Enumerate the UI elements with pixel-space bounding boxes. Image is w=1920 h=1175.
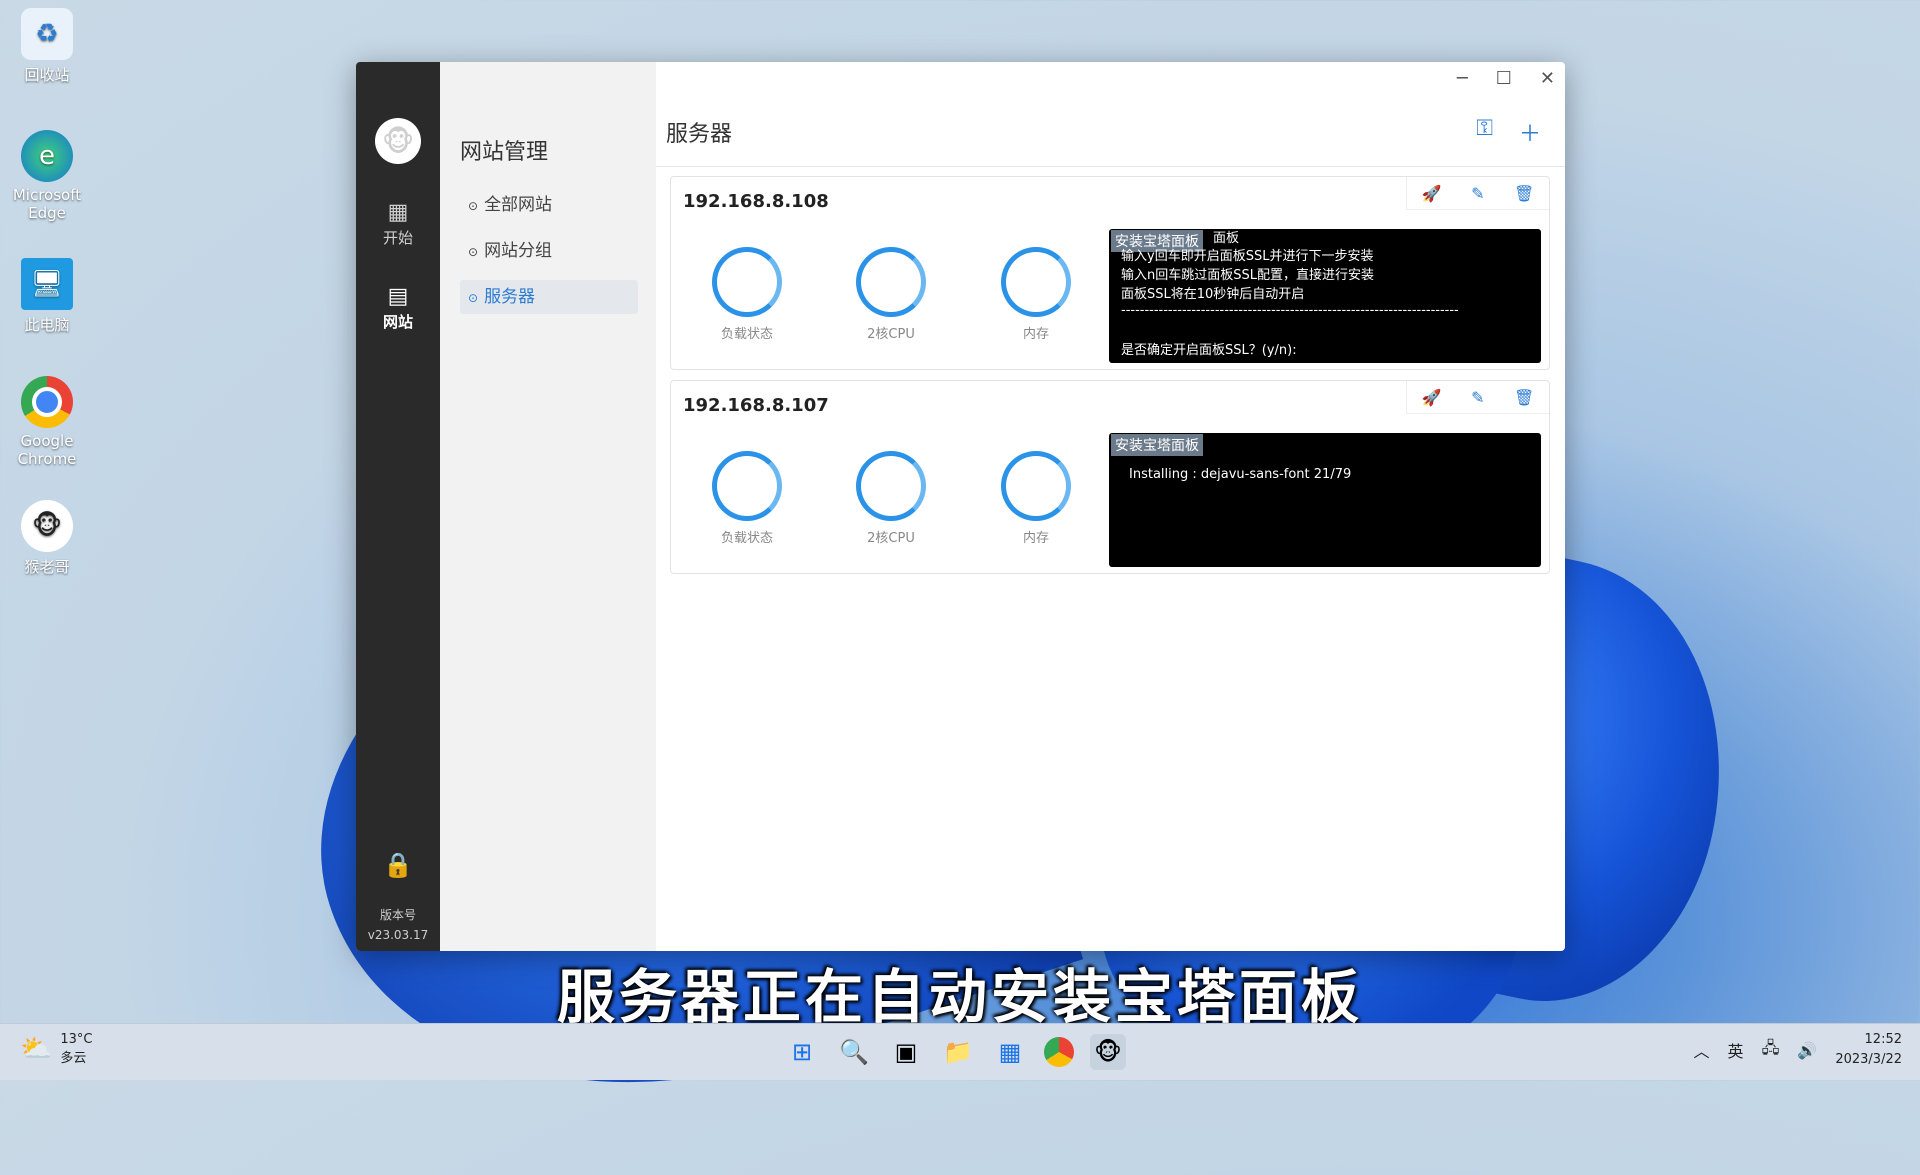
- subnav-item-all-sites[interactable]: ⊙ 全部网站: [460, 188, 638, 222]
- recycle-bin-icon: ♻: [21, 8, 73, 60]
- start-icon[interactable]: ⊞: [784, 1034, 820, 1070]
- key-icon[interactable]: ⚿: [1476, 116, 1493, 148]
- gauge-ring: [856, 247, 926, 317]
- gauge-ring: [1001, 247, 1071, 317]
- system-tray: ︿ 英 🖧 🔊 12:52 2023/3/22: [1694, 1030, 1902, 1070]
- gauge-memory: 内存: [996, 247, 1076, 342]
- server-ip: 192.168.8.108: [683, 191, 829, 212]
- clock[interactable]: 12:52 2023/3/22: [1835, 1030, 1902, 1070]
- gauge-ring: [1001, 451, 1071, 521]
- website-icon: ▤: [387, 284, 409, 309]
- rocket-icon[interactable]: 🚀: [1422, 388, 1442, 407]
- main-content: ─ ☐ ✕ 服务器 ⚿ ＋ 192.168.8.108 🚀 ✎ 🗑 负载状态 2…: [656, 62, 1565, 951]
- monkey-avatar-icon: 🐵: [381, 124, 415, 158]
- gauge-ring: [712, 451, 782, 521]
- weather-widget[interactable]: ⛅ 13°C 多云: [20, 1032, 93, 1066]
- server-ip: 192.168.8.107: [683, 395, 829, 416]
- edit-icon[interactable]: ✎: [1471, 184, 1484, 203]
- subnav-item-site-groups[interactable]: ⊙ 网站分组: [460, 234, 638, 268]
- cloud-sun-icon: ⛅: [20, 1034, 53, 1064]
- grid-icon: ▦: [387, 200, 409, 225]
- chrome-icon[interactable]: [1044, 1037, 1074, 1067]
- search-icon[interactable]: 🔍: [836, 1034, 872, 1070]
- sub-navigation: 网站管理 ⊙ 全部网站 ⊙ 网站分组 ⊙ 服务器: [440, 62, 656, 951]
- task-view-icon[interactable]: ▣: [888, 1034, 924, 1070]
- monkey-avatar-icon: 🐵: [21, 500, 73, 552]
- chrome-icon: [21, 376, 73, 428]
- taskbar: ⛅ 13°C 多云 ⊞ 🔍 ▣ 📁 ▦ 🐵 ︿ 英 🖧 🔊 12:52 2023…: [0, 1023, 1920, 1080]
- gauge-load: 负载状态: [707, 247, 787, 342]
- radio-dot-icon: ⊙: [468, 199, 479, 213]
- terminal-output: 安装宝塔面板 Installing : dejavu-sans-font 21/…: [1109, 433, 1541, 567]
- desktop-icon-this-pc[interactable]: 🖥 此电脑: [8, 258, 86, 335]
- mouse-cursor-icon: [923, 655, 933, 677]
- radio-dot-icon: ⊙: [468, 245, 479, 259]
- gauge-cpu: 2核CPU: [851, 451, 931, 546]
- monkey-avatar-icon[interactable]: 🐵: [1090, 1034, 1126, 1070]
- gauge-ring: [856, 451, 926, 521]
- server-card: 192.168.8.108 🚀 ✎ 🗑 负载状态 2核CPU 内存 面板 安装宝…: [670, 176, 1550, 370]
- volume-icon[interactable]: 🔊: [1797, 1041, 1817, 1060]
- edge-icon: e: [21, 130, 73, 182]
- monitor-icon: 🖥: [21, 258, 73, 310]
- file-explorer-icon[interactable]: 📁: [940, 1034, 976, 1070]
- terminal-output: 面板 安装宝塔面板 输入y回车即开启面板SSL并进行下一步安装 输入n回车跳过面…: [1109, 229, 1541, 363]
- nav-website[interactable]: ▤ 网站: [356, 284, 440, 332]
- server-actions: 🚀 ✎ 🗑: [1406, 177, 1549, 210]
- desktop-icon-recycle-bin[interactable]: ♻ 回收站: [8, 8, 86, 85]
- gauge-cpu: 2核CPU: [851, 247, 931, 342]
- trash-icon[interactable]: 🗑: [1514, 184, 1534, 203]
- server-actions: 🚀 ✎ 🗑: [1406, 381, 1549, 414]
- gauge-load: 负载状态: [707, 451, 787, 546]
- edit-icon[interactable]: ✎: [1471, 388, 1484, 407]
- video-subtitle: 服务器正在自动安装宝塔面板: [556, 963, 1363, 1031]
- store-icon[interactable]: ▦: [992, 1034, 1028, 1070]
- radio-dot-icon: ⊙: [468, 291, 479, 305]
- header-actions: ⚿ ＋: [1476, 116, 1541, 148]
- subnav-title: 网站管理: [460, 140, 549, 165]
- desktop-icon-edge[interactable]: e Microsoft Edge: [8, 130, 86, 222]
- subnav-item-servers[interactable]: ⊙ 服务器: [460, 280, 638, 314]
- nav-start[interactable]: ▦ 开始: [356, 200, 440, 248]
- chevron-up-icon[interactable]: ︿: [1694, 1038, 1710, 1062]
- gauge-ring: [712, 247, 782, 317]
- trash-icon[interactable]: 🗑: [1514, 388, 1534, 407]
- taskbar-apps: ⊞ 🔍 ▣ 📁 ▦ 🐵: [784, 1034, 1126, 1070]
- desktop-icon-chrome[interactable]: Google Chrome: [8, 376, 86, 468]
- page-header: 服务器 ⚿ ＋: [656, 62, 1565, 167]
- add-icon[interactable]: ＋: [1519, 116, 1541, 148]
- app-window: 🐵 ▦ 开始 ▤ 网站 🔒 版本号 v23.03.17 网站管理 ⊙ 全部网站 ⊙…: [356, 62, 1565, 951]
- server-card: 192.168.8.107 🚀 ✎ 🗑 负载状态 2核CPU 内存 安装宝塔面板…: [670, 380, 1550, 574]
- page-title: 服务器: [666, 122, 733, 147]
- avatar[interactable]: 🐵: [375, 118, 421, 164]
- version-info: 版本号 v23.03.17: [367, 908, 429, 942]
- gauge-memory: 内存: [996, 451, 1076, 546]
- rocket-icon[interactable]: 🚀: [1422, 184, 1442, 203]
- ime-indicator[interactable]: 英: [1728, 1038, 1744, 1062]
- terminal-tag: 安装宝塔面板: [1111, 434, 1203, 456]
- lock-icon[interactable]: 🔒: [356, 851, 440, 879]
- network-icon[interactable]: 🖧: [1762, 1037, 1780, 1064]
- desktop-icon-app[interactable]: 🐵 猴老哥: [8, 500, 86, 577]
- nav-rail: 🐵 ▦ 开始 ▤ 网站 🔒 版本号 v23.03.17: [356, 62, 440, 951]
